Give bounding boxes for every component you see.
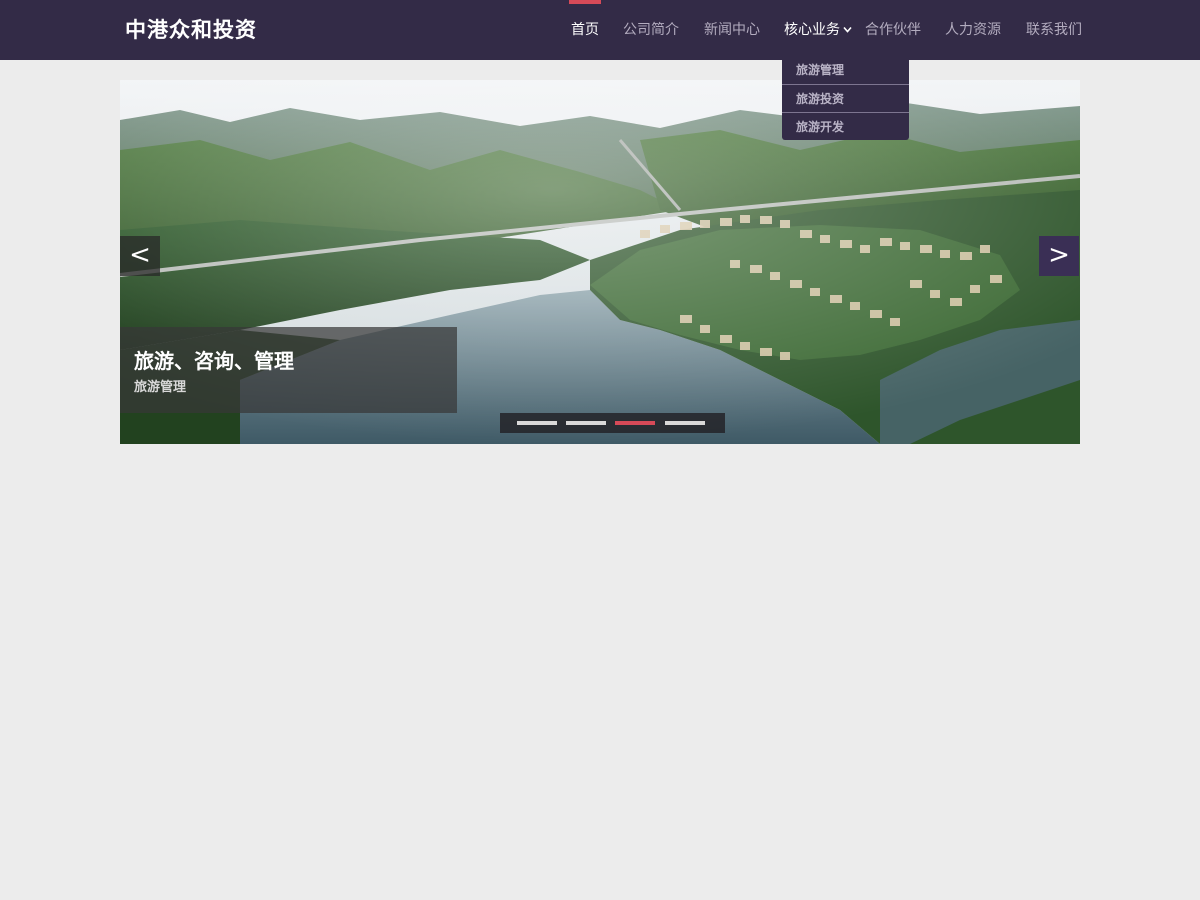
chevron-right-icon: > <box>1048 240 1070 270</box>
nav-item-home[interactable]: 首页 <box>569 0 601 60</box>
chevron-down-icon <box>843 1 852 61</box>
chevron-left-icon: < <box>129 240 151 270</box>
nav-item-hr[interactable]: 人力资源 <box>945 0 1001 60</box>
slider-pagination <box>500 413 725 433</box>
slide-caption-subtitle: 旅游管理 <box>134 380 187 395</box>
nav-item-news[interactable]: 新闻中心 <box>704 0 760 60</box>
slider-dot[interactable] <box>517 421 557 425</box>
slider-dot[interactable] <box>665 421 705 425</box>
slide-caption: 旅游、咨询、管理 旅游管理 <box>120 327 457 413</box>
slider-prev-button[interactable]: < <box>120 236 160 276</box>
site-logo[interactable]: 中港众和投资 <box>125 14 257 44</box>
site-header: 中港众和投资 首页 公司简介 新闻中心 核心业务 合作伙伴 人力资源 联系我们 <box>0 0 1200 60</box>
slider-dot[interactable] <box>615 421 655 425</box>
slide-caption-title: 旅游、咨询、管理 <box>134 349 294 373</box>
dropdown-item-tourism-management[interactable]: 旅游管理 <box>782 56 909 84</box>
nav-item-partners[interactable]: 合作伙伴 <box>865 0 921 60</box>
hero-slider: < > 旅游、咨询、管理 旅游管理 <box>120 80 1080 444</box>
nav-item-about[interactable]: 公司简介 <box>623 0 679 60</box>
slider-dot[interactable] <box>566 421 606 425</box>
nav-item-contact[interactable]: 联系我们 <box>1026 0 1082 60</box>
nav-item-core-business-label: 核心业务 <box>784 22 840 38</box>
dropdown-item-tourism-development[interactable]: 旅游开发 <box>782 112 909 140</box>
nav-item-core-business[interactable]: 核心业务 <box>784 0 852 60</box>
dropdown-item-tourism-investment[interactable]: 旅游投资 <box>782 84 909 112</box>
core-business-dropdown: 旅游管理 旅游投资 旅游开发 <box>782 56 909 140</box>
slider-next-button[interactable]: > <box>1039 236 1079 276</box>
